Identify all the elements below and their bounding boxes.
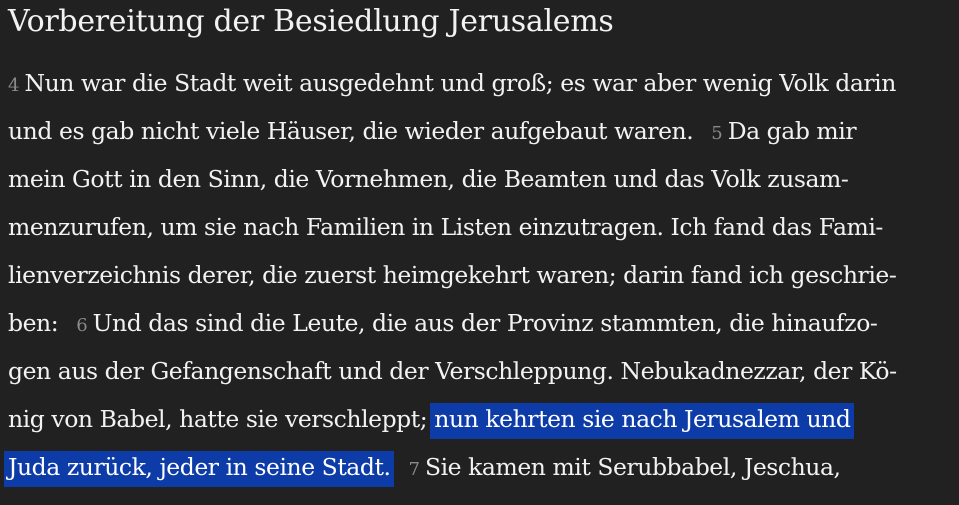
text-line-3: mein Gott in den Sinn, die Vornehmen, di… bbox=[8, 162, 849, 196]
text-line-2: und es gab nicht viele Häuser, die wiede… bbox=[8, 114, 857, 151]
verse-text[interactable]: ben: bbox=[8, 309, 59, 337]
selected-text-highlight[interactable]: Juda zurück, jeder in seine Stadt. bbox=[4, 451, 395, 487]
verse-text[interactable]: Sie kamen mit Serubbabel, Jeschua, bbox=[425, 453, 841, 481]
verse-text[interactable]: Und das sind die Leute, die aus der Prov… bbox=[93, 309, 878, 337]
text-line-7: gen aus der Gefangenschaft und der Versc… bbox=[8, 354, 897, 388]
verse-number-4[interactable]: 4 bbox=[8, 75, 19, 96]
text-line-8: nig von Babel, hatte sie verschleppt; nu… bbox=[8, 402, 855, 439]
text-line-4: menzurufen, um sie nach Familien in List… bbox=[8, 210, 883, 244]
section-heading: Vorbereitung der Besiedlung Jerusalems bbox=[8, 4, 614, 39]
verse-text[interactable]: nig von Babel, hatte sie verschleppt; bbox=[8, 405, 428, 433]
text-line-6: ben: 6 Und das sind die Leute, die aus der… bbox=[8, 306, 878, 343]
verse-text[interactable]: Da gab mir bbox=[728, 117, 857, 145]
verse-text[interactable]: Nun war die Stadt weit ausgedehnt und gr… bbox=[24, 69, 896, 97]
text-line-1: 4 Nun war die Stadt weit ausgedehnt und g… bbox=[8, 66, 896, 103]
verse-text[interactable]: und es gab nicht viele Häuser, die wiede… bbox=[8, 117, 694, 145]
verse-number-7[interactable]: 7 bbox=[408, 459, 419, 480]
verse-text[interactable]: mein Gott in den Sinn, die Vornehmen, di… bbox=[8, 165, 849, 193]
verse-text[interactable]: menzurufen, um sie nach Familien in List… bbox=[8, 213, 883, 241]
selected-text-highlight[interactable]: nun kehrten sie nach Jerusalem und bbox=[430, 403, 855, 439]
verse-text[interactable]: gen aus der Gefangenschaft und der Versc… bbox=[8, 357, 897, 385]
verse-number-6[interactable]: 6 bbox=[76, 315, 87, 336]
text-line-9: Juda zurück, jeder in seine Stadt. 7 Sie k… bbox=[4, 450, 841, 487]
verse-number-5[interactable]: 5 bbox=[711, 123, 722, 144]
reading-page: Vorbereitung der Besiedlung Jerusalems 4… bbox=[0, 0, 959, 505]
verse-text[interactable]: lienverzeichnis derer, die zuerst heimge… bbox=[8, 261, 897, 289]
text-line-5: lienverzeichnis derer, die zuerst heimge… bbox=[8, 258, 897, 292]
